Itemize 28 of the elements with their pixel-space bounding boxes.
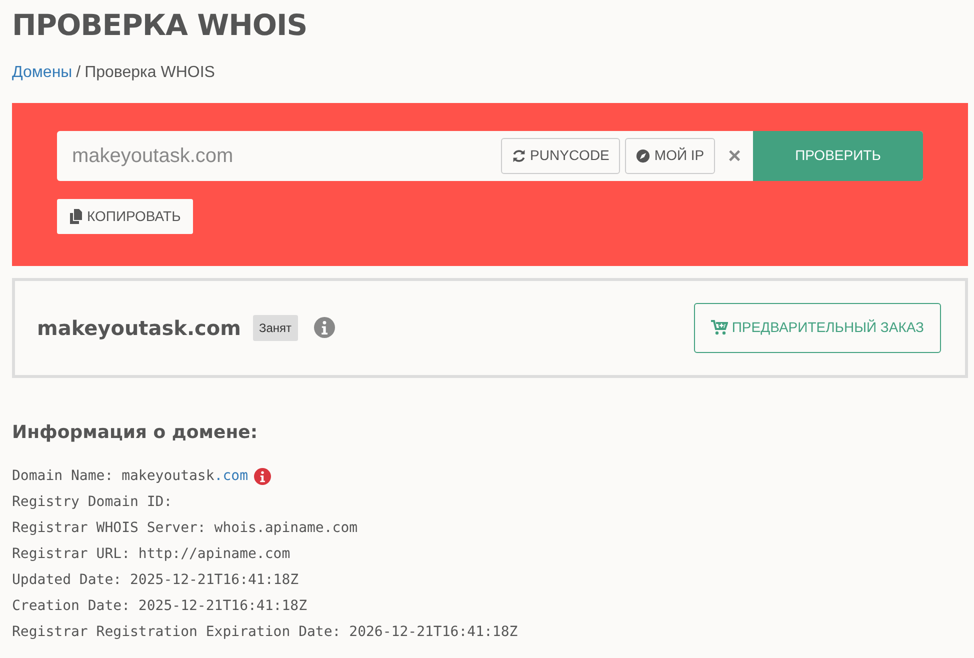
info-icon[interactable]: [314, 317, 335, 338]
copy-icon: [69, 208, 83, 224]
refresh-icon: [512, 148, 526, 163]
compass-icon: [636, 148, 650, 163]
page-title: ПРОВЕРКА WHOIS: [12, 8, 308, 43]
whois-line: Registrar URL: http://apiname.com: [12, 544, 290, 564]
section-heading: Информация о домене:: [12, 422, 259, 444]
whois-link[interactable]: .com: [214, 468, 248, 484]
preorder-button[interactable]: ПРЕДВАРИТЕЛЬНЫЙ ЗАКАЗ: [694, 302, 941, 353]
breadcrumb-separator: /: [76, 64, 81, 81]
whois-line: Creation Date: 2025-12-21T16:41:18Z: [12, 596, 308, 616]
check-button[interactable]: ПРОВЕРИТЬ: [753, 130, 923, 181]
whois-line: Registry Domain ID:: [12, 492, 172, 512]
whois-line: Registrar WHOIS Server: whois.apiname.com: [12, 518, 358, 538]
warning-icon[interactable]: [254, 468, 272, 485]
breadcrumb-link[interactable]: Домены: [12, 64, 72, 81]
whois-line: Domain Name: makeyoutask.com: [12, 466, 248, 486]
domain-name: makeyoutask.com: [37, 314, 241, 342]
whois-line: Updated Date: 2025-12-21T16:41:18Z: [12, 570, 299, 590]
punycode-button[interactable]: PUNYCODE: [501, 138, 620, 174]
search-field[interactable]: makeyoutask.com PUNYCODE МОЙ IP × ПРОВЕРИТЬ: [57, 130, 923, 181]
clear-button[interactable]: ×: [720, 144, 753, 167]
cart-icon: [710, 320, 728, 336]
whois-line: Registrar Registration Expiration Date: 2026-12-21T16:41:18Z: [12, 622, 518, 642]
status-badge: Занят: [252, 314, 298, 341]
my-ip-button[interactable]: МОЙ IP: [625, 138, 716, 174]
copy-button[interactable]: КОПИРОВАТЬ: [57, 198, 193, 234]
breadcrumb-current: Проверка WHOIS: [84, 64, 215, 81]
